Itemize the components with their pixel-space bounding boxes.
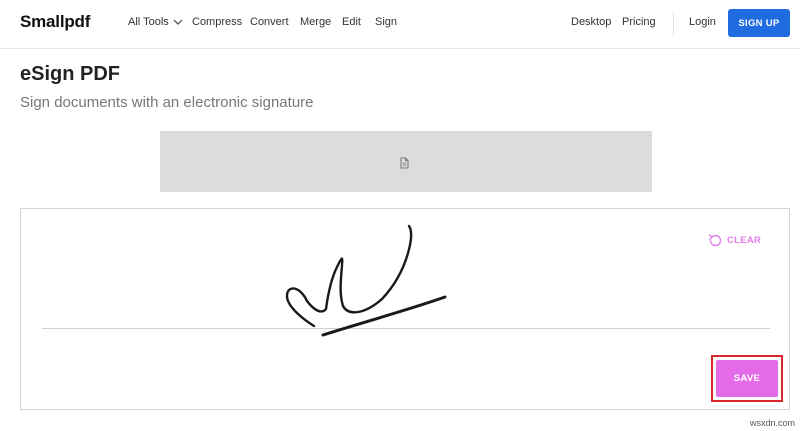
top-navbar: Smallpdf All Tools Compress Convert Merg…	[0, 0, 800, 49]
nav-convert[interactable]: Convert	[250, 16, 289, 28]
document-preview	[160, 131, 652, 192]
signature-pad[interactable]: CLEAR SAVE	[20, 208, 790, 410]
page-title: eSign PDF	[20, 63, 121, 85]
save-button[interactable]: SAVE	[716, 360, 778, 397]
save-highlight-box: SAVE	[711, 355, 783, 402]
smallpdf-logo[interactable]: Smallpdf	[20, 12, 90, 32]
nav-edit[interactable]: Edit	[342, 16, 361, 28]
signature-drawing	[285, 224, 447, 337]
clear-button[interactable]: CLEAR	[708, 233, 761, 247]
nav-login[interactable]: Login	[689, 16, 716, 28]
clear-label: CLEAR	[727, 234, 762, 246]
nav-divider	[673, 12, 674, 36]
page-subtitle: Sign documents with an electronic signat…	[20, 94, 314, 111]
watermark: wsxdn.com	[750, 418, 796, 428]
nav-sign[interactable]: Sign	[375, 16, 397, 28]
document-icon	[400, 157, 409, 169]
undo-icon	[708, 234, 722, 247]
chevron-down-icon	[173, 19, 183, 25]
nav-desktop[interactable]: Desktop	[571, 16, 611, 28]
signup-button[interactable]: SIGN UP	[728, 9, 790, 37]
nav-all-tools-label: All Tools	[128, 16, 169, 28]
nav-compress[interactable]: Compress	[192, 16, 242, 28]
nav-all-tools[interactable]: All Tools	[128, 16, 183, 28]
nav-pricing[interactable]: Pricing	[622, 16, 656, 28]
nav-merge[interactable]: Merge	[300, 16, 331, 28]
